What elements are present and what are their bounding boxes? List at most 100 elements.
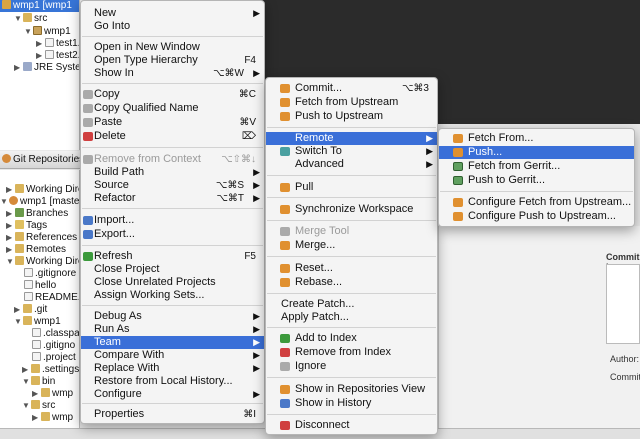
menu-item-apply-patch[interactable]: Apply Patch... [266, 311, 437, 324]
collapse-triangle-icon[interactable]: ▶ [6, 232, 15, 244]
menu-item-replace-with[interactable]: Replace With ▶ [81, 362, 264, 375]
expand-triangle-icon[interactable]: ▼ [22, 376, 31, 388]
menu-item-push[interactable]: Push... [439, 146, 634, 159]
menu-item-advanced[interactable]: Advanced ▶ [266, 158, 437, 171]
menu-item-source[interactable]: Source ⌥⌘S ▶ [81, 179, 264, 192]
menu-item-close-unrelated-projects[interactable]: Close Unrelated Projects [81, 276, 264, 289]
menu-item-configure[interactable]: Configure ▶ [81, 388, 264, 401]
tree-item-folder[interactable]: ▶ wmp [32, 388, 73, 400]
collapse-triangle-icon[interactable]: ▶ [36, 50, 45, 62]
tree-item-file[interactable]: .classpa [32, 328, 79, 340]
menu-item-create-patch[interactable]: Create Patch... [266, 298, 437, 311]
expand-triangle-icon[interactable]: ▼ [6, 256, 15, 268]
collapse-triangle-icon[interactable]: ▶ [6, 220, 15, 232]
tree-item-file[interactable]: .project [32, 352, 76, 364]
menu-item-fetch-from-gerrit[interactable]: Fetch from Gerrit... [439, 160, 634, 173]
tree-item-working-directory[interactable]: ▼Working Direc [6, 256, 79, 268]
tree-item-folder[interactable]: ▶ .git [14, 304, 47, 316]
menu-item-configure-push-to-upstream[interactable]: Configure Push to Upstream... [439, 210, 634, 223]
menu-item-merge-tool[interactable]: Merge Tool [266, 225, 437, 238]
menu-item-properties[interactable]: Properties ⌘I [81, 408, 264, 421]
tree-item-project[interactable]: wmp1 [wmp1 [0, 0, 79, 12]
collapse-triangle-icon[interactable]: ▶ [22, 364, 31, 376]
collapse-triangle-icon[interactable]: ▶ [14, 62, 23, 74]
tree-item-file[interactable]: ▶ test1. [36, 38, 79, 50]
tree-item-file[interactable]: README.m [24, 292, 79, 304]
menu-item-close-project[interactable]: Close Project [81, 263, 264, 276]
menu-item-debug-as[interactable]: Debug As ▶ [81, 310, 264, 323]
tree-item-file[interactable]: .gitigno [32, 340, 75, 352]
tree-item-file[interactable]: ▶ test2. [36, 50, 79, 62]
menu-item-fetch-from[interactable]: Fetch From... [439, 132, 634, 145]
tree-item-file[interactable]: hello [24, 280, 56, 292]
expand-triangle-icon[interactable]: ▼ [22, 400, 31, 412]
menu-item-reset[interactable]: Reset... [266, 262, 437, 275]
menu-item-remove-from-index[interactable]: Remove from Index [266, 346, 437, 359]
menu-item-push-to-upstream[interactable]: Push to Upstream [266, 110, 437, 123]
collapse-triangle-icon[interactable]: ▶ [32, 388, 41, 400]
tree-item[interactable]: ▶Working Direc [6, 184, 79, 196]
collapse-triangle-icon[interactable]: ▶ [6, 208, 15, 220]
menu-item-configure-fetch-from-upstream[interactable]: Configure Fetch from Upstream... [439, 196, 634, 209]
expand-triangle-icon[interactable]: ▼ [14, 316, 23, 328]
menu-item-open-in-new-window[interactable]: Open in New Window [81, 41, 264, 54]
menu-item-run-as[interactable]: Run As ▶ [81, 323, 264, 336]
tree-item-jre[interactable]: ▶JRE System [14, 62, 79, 74]
tree-item-repository[interactable]: ▼wmp1 [master 1] [0, 196, 79, 208]
menu-item-push-to-gerrit[interactable]: Push to Gerrit... [439, 174, 634, 187]
collapse-triangle-icon[interactable]: ▶ [14, 304, 23, 316]
commit-message-box[interactable] [606, 264, 640, 344]
menu-item-restore-from-local-history[interactable]: Restore from Local History... [81, 375, 264, 388]
menu-item-copy[interactable]: Copy ⌘C [81, 88, 264, 101]
tree-item-folder[interactable]: ▼ src [22, 400, 55, 412]
tree-item-folder[interactable]: ▶ .settings [22, 364, 79, 376]
menu-item-import[interactable]: Import... [81, 214, 264, 227]
menu-item-compare-with[interactable]: Compare With ▶ [81, 349, 264, 362]
menu-item-new[interactable]: New ▶ [81, 7, 264, 20]
tree-item-package[interactable]: ▼ wmp1 [24, 26, 71, 38]
menu-item-synchronize-workspace[interactable]: Synchronize Workspace [266, 203, 437, 216]
menu-item-merge[interactable]: Merge... [266, 239, 437, 252]
tree-item-folder[interactable]: ▶ wmp [32, 412, 73, 424]
tree-item-src[interactable]: ▼ src [14, 13, 47, 25]
tree-item-references[interactable]: ▶ References [6, 232, 77, 244]
tree-item-tags[interactable]: ▶ Tags [6, 220, 47, 232]
menu-item-show-in[interactable]: Show In ⌥⌘W ▶ [81, 67, 264, 80]
menu-item-switch-to[interactable]: Switch To ▶ [266, 145, 437, 158]
collapse-triangle-icon[interactable]: ▶ [32, 412, 41, 424]
menu-item-team[interactable]: Team ▶ [81, 336, 264, 349]
tree-item-file[interactable]: .gitignore [24, 268, 76, 280]
menu-item-paste[interactable]: Paste ⌘V [81, 116, 264, 129]
menu-item-fetch-from-upstream[interactable]: Fetch from Upstream [266, 96, 437, 109]
menu-item-disconnect[interactable]: Disconnect [266, 419, 437, 432]
menu-item-commit[interactable]: Commit... ⌥⌘3 [266, 82, 437, 95]
expand-triangle-icon[interactable]: ▼ [0, 196, 9, 208]
menu-item-show-in-history[interactable]: Show in History [266, 397, 437, 410]
menu-item-show-in-repositories-view[interactable]: Show in Repositories View [266, 383, 437, 396]
menu-item-assign-working-sets[interactable]: Assign Working Sets... [81, 289, 264, 302]
menu-item-build-path[interactable]: Build Path ▶ [81, 166, 264, 179]
menu-item-copy-qualified-name[interactable]: Copy Qualified Name [81, 102, 264, 115]
menu-item-open-type-hierarchy[interactable]: Open Type Hierarchy F4 [81, 54, 264, 67]
menu-item-go-into[interactable]: Go Into [81, 20, 264, 33]
menu-item-rebase[interactable]: Rebase... [266, 276, 437, 289]
collapse-triangle-icon[interactable]: ▶ [36, 38, 45, 50]
expand-triangle-icon[interactable]: ▼ [14, 13, 23, 25]
menu-item-remove-from-context[interactable]: Remove from Context ⌥⇧⌘↓ [81, 153, 264, 166]
expand-triangle-icon[interactable]: ▼ [24, 26, 33, 38]
tree-item-folder[interactable]: ▼ bin [22, 376, 55, 388]
collapse-triangle-icon[interactable]: ▶ [6, 184, 15, 196]
tree-item-remotes[interactable]: ▶ Remotes [6, 244, 66, 256]
tree-item-folder[interactable]: ▼ wmp1 [14, 316, 61, 328]
menu-item-refresh[interactable]: Refresh F5 [81, 250, 264, 263]
menu-item-pull[interactable]: Pull [266, 181, 437, 194]
menu-item-add-to-index[interactable]: Add to Index [266, 332, 437, 345]
remove-context-icon [83, 155, 93, 164]
menu-item-refactor[interactable]: Refactor ⌥⌘T ▶ [81, 192, 264, 205]
tree-item-branches[interactable]: ▶ Branches [6, 208, 68, 220]
menu-item-export[interactable]: Export... [81, 228, 264, 241]
menu-item-delete[interactable]: Delete ⌦ [81, 130, 264, 143]
menu-item-ignore[interactable]: Ignore [266, 360, 437, 373]
menu-item-remote[interactable]: Remote ▶ [266, 132, 437, 145]
collapse-triangle-icon[interactable]: ▶ [6, 244, 15, 256]
